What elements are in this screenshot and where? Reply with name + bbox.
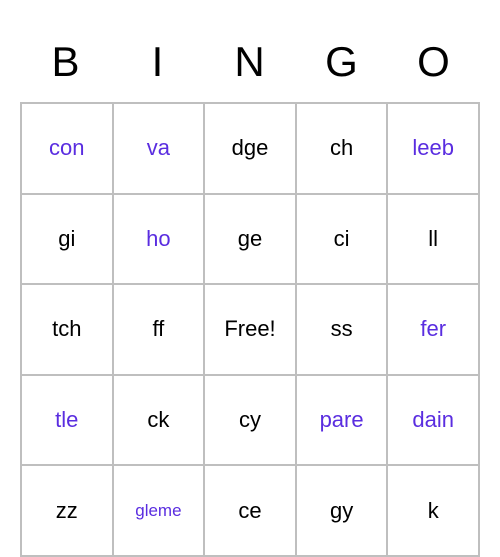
bingo-cell[interactable]: dain [387,375,479,466]
bingo-cell[interactable]: gi [21,194,113,285]
bingo-cell[interactable]: ge [204,194,296,285]
bingo-cell[interactable]: ll [387,194,479,285]
bingo-cell[interactable]: ho [113,194,205,285]
bingo-cell[interactable]: zz [21,465,113,556]
bingo-cell[interactable]: gleme [113,465,205,556]
bingo-cell[interactable]: ff [113,284,205,375]
bingo-cell[interactable]: tle [21,375,113,466]
header-g: G [296,20,388,102]
bingo-headers: B I N G O [20,20,480,102]
bingo-cell[interactable]: k [387,465,479,556]
bingo-cell[interactable]: dge [204,103,296,194]
bingo-grid: convadgechleeb gihogecill tchffFree!ssfer t… [20,102,480,557]
header-b: B [20,20,112,102]
bingo-cell[interactable]: pare [296,375,388,466]
bingo-cell[interactable]: ci [296,194,388,285]
header-o: O [388,20,480,102]
bingo-cell[interactable]: tch [21,284,113,375]
bingo-cell[interactable]: Free! [204,284,296,375]
header-i: I [112,20,204,102]
bingo-cell[interactable]: gy [296,465,388,556]
bingo-cell[interactable]: con [21,103,113,194]
bingo-cell[interactable]: leeb [387,103,479,194]
bingo-cell[interactable]: ce [204,465,296,556]
bingo-cell[interactable]: ss [296,284,388,375]
bingo-cell[interactable]: ck [113,375,205,466]
bingo-cell[interactable]: va [113,103,205,194]
bingo-card: B I N G O convadgechleeb gihogecill tchffF… [20,20,480,557]
header-n: N [204,20,296,102]
bingo-cell[interactable]: fer [387,284,479,375]
bingo-cell[interactable]: cy [204,375,296,466]
bingo-cell[interactable]: ch [296,103,388,194]
